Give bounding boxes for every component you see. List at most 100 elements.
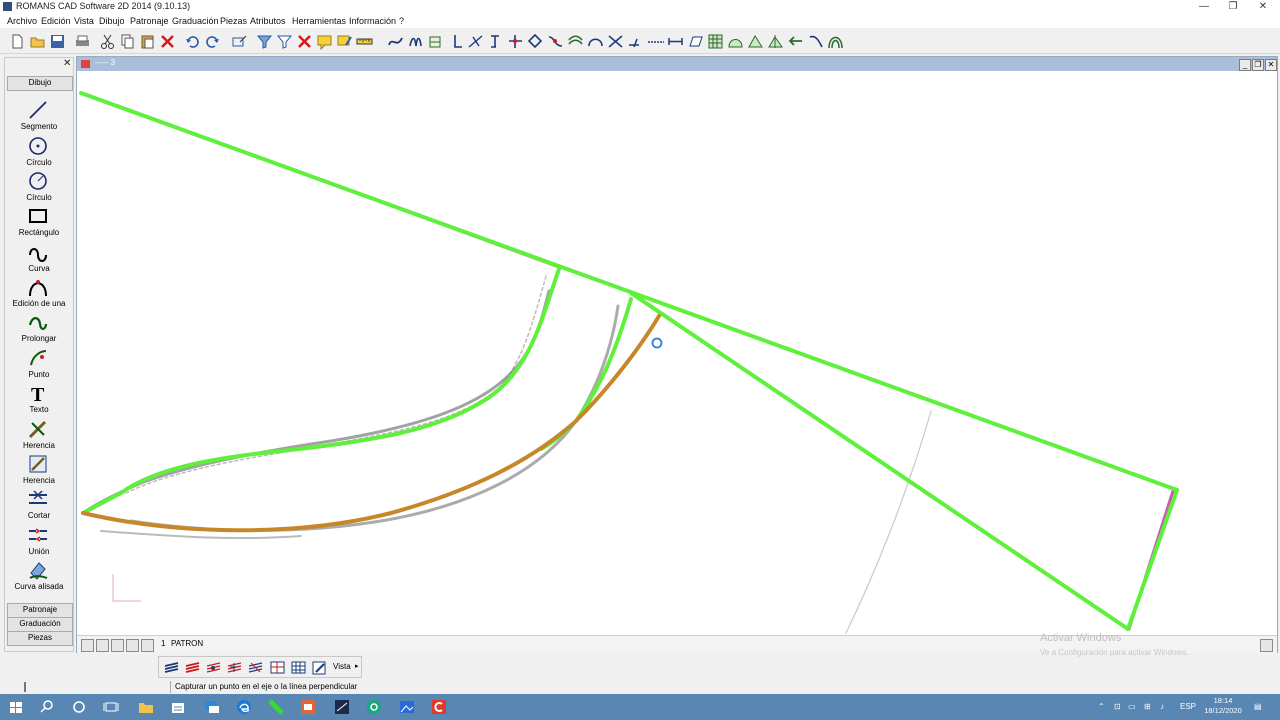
filter-icon[interactable] — [276, 33, 293, 50]
arc-icon[interactable] — [607, 33, 624, 50]
windows-start-icon[interactable] — [7, 698, 25, 716]
offset-icon[interactable] — [587, 33, 604, 50]
save-icon[interactable] — [49, 33, 66, 50]
network-app-icon[interactable] — [203, 698, 221, 716]
tray-volume-icon[interactable]: ♪ — [1160, 702, 1164, 711]
layer-copy-icon[interactable] — [111, 639, 124, 652]
redo-icon[interactable] — [204, 33, 221, 50]
tool-segmento[interactable]: Segmento — [5, 99, 73, 134]
tool-circulo[interactable]: Círculo — [5, 135, 73, 170]
tool-rectangulo[interactable]: Rectángulo — [5, 205, 73, 240]
arch-icon[interactable] — [827, 33, 844, 50]
cad-app-icon[interactable] — [333, 698, 351, 716]
panel-header[interactable]: Dibujo — [7, 76, 73, 91]
layers-icon[interactable] — [163, 659, 180, 676]
perpendicular-icon[interactable] — [467, 33, 484, 50]
distance-icon[interactable] — [507, 33, 524, 50]
tool-union[interactable]: Unión — [5, 524, 73, 559]
axis-icon[interactable] — [447, 33, 464, 50]
edge-browser-icon[interactable] — [235, 698, 253, 716]
store-icon[interactable] — [169, 698, 187, 716]
print-icon[interactable] — [74, 33, 91, 50]
cut-icon[interactable] — [99, 33, 116, 50]
layers-remove-icon[interactable] — [247, 659, 264, 676]
new-file-icon[interactable] — [9, 33, 26, 50]
cortana-icon[interactable] — [70, 698, 88, 716]
dashed-line-icon[interactable] — [667, 33, 684, 50]
file-explorer-icon[interactable] — [137, 698, 155, 716]
tab-graduacion[interactable]: Graduación — [7, 617, 73, 632]
tool-punto[interactable]: Punto — [5, 347, 73, 382]
menu-vista[interactable]: Vista — [74, 16, 94, 26]
menu-patronaje[interactable]: Patronaje — [130, 16, 169, 26]
seam-icon[interactable] — [747, 33, 764, 50]
tray-expand-icon[interactable]: ⌃ — [1098, 702, 1105, 711]
rectangle-icon[interactable] — [707, 33, 724, 50]
comment-icon[interactable] — [316, 33, 333, 50]
notch-icon[interactable] — [767, 33, 784, 50]
piece-icon[interactable] — [427, 33, 444, 50]
drawing-canvas[interactable] — [79, 72, 1275, 634]
search-icon[interactable] — [38, 698, 56, 716]
tool-circulo-radio[interactable]: Círculo — [5, 170, 73, 205]
doc-minimize-button[interactable]: _ — [1239, 59, 1251, 71]
app-c-icon[interactable] — [430, 698, 448, 716]
browser-icon[interactable] — [365, 698, 383, 716]
phone-app-icon[interactable] — [267, 698, 285, 716]
menu-piezas[interactable]: Piezas — [220, 16, 247, 26]
select-icon[interactable] — [231, 33, 248, 50]
intersect-icon[interactable] — [627, 33, 644, 50]
hook-icon[interactable] — [567, 33, 584, 50]
layers-add-icon[interactable] — [226, 659, 243, 676]
menu-graduacion[interactable]: Graduación — [172, 16, 219, 26]
presentation-app-icon[interactable] — [299, 698, 317, 716]
menu-edicion[interactable]: Edición — [41, 16, 71, 26]
grid-move-icon[interactable] — [527, 33, 544, 50]
curve-icon[interactable] — [387, 33, 404, 50]
clock[interactable]: 18:14 18/12/2020 — [1200, 696, 1246, 716]
copy-icon[interactable] — [119, 33, 136, 50]
vista-arrow-icon[interactable]: ▸ — [355, 662, 359, 670]
measure-icon[interactable] — [356, 33, 373, 50]
arrow-icon[interactable] — [807, 33, 824, 50]
layers-red-icon[interactable] — [184, 659, 201, 676]
tangent-icon[interactable] — [647, 33, 664, 50]
menu-informacion[interactable]: Información — [349, 16, 396, 26]
distance-measure-icon[interactable] — [687, 33, 704, 50]
axis-cross-icon[interactable] — [487, 33, 504, 50]
tool-edicion[interactable]: Edición de una — [5, 276, 73, 311]
tray-network-icon[interactable]: ⊞ — [1144, 702, 1151, 711]
paste-icon[interactable] — [139, 33, 156, 50]
table-icon[interactable] — [290, 659, 307, 676]
menu-atributos[interactable]: Atributos — [250, 16, 286, 26]
layer-settings-icon[interactable] — [1260, 639, 1273, 652]
mirror-icon[interactable] — [787, 33, 804, 50]
layer-name[interactable]: PATRON — [171, 639, 203, 648]
menu-archivo[interactable]: Archivo — [7, 16, 37, 26]
grid-icon[interactable] — [727, 33, 744, 50]
layers-edit-icon[interactable] — [205, 659, 222, 676]
comment-edit-icon[interactable] — [336, 33, 353, 50]
layer-stack-icon[interactable] — [126, 639, 139, 652]
tab-piezas[interactable]: Piezas — [7, 631, 73, 646]
vista-label[interactable]: Vista — [333, 662, 351, 671]
tool-prolongar[interactable]: Prolongar — [5, 311, 73, 346]
open-folder-icon[interactable] — [29, 33, 46, 50]
tool-herencia[interactable]: Herencia — [5, 418, 73, 453]
task-view-icon[interactable] — [102, 698, 120, 716]
pen-icon[interactable] — [311, 659, 328, 676]
tool-texto[interactable]: T Texto — [5, 382, 73, 417]
delete-filter-icon[interactable] — [296, 33, 313, 50]
photos-app-icon[interactable] — [398, 698, 416, 716]
menu-dibujo[interactable]: Dibujo — [99, 16, 125, 26]
layer-add-icon[interactable] — [81, 639, 94, 652]
menu-help[interactable]: ? — [399, 16, 404, 26]
language-indicator[interactable]: ESP — [1180, 702, 1196, 711]
filter-icon[interactable] — [256, 33, 273, 50]
menu-herramientas[interactable]: Herramientas — [292, 16, 346, 26]
tray-battery-icon[interactable]: ▭ — [1128, 702, 1136, 711]
tool-curva[interactable]: Curva — [5, 241, 73, 276]
layer-flag-icon[interactable] — [141, 639, 154, 652]
tool-herencia-pieza[interactable]: Herencia — [5, 453, 73, 488]
maximize-button[interactable]: ❐ — [1216, 0, 1250, 14]
